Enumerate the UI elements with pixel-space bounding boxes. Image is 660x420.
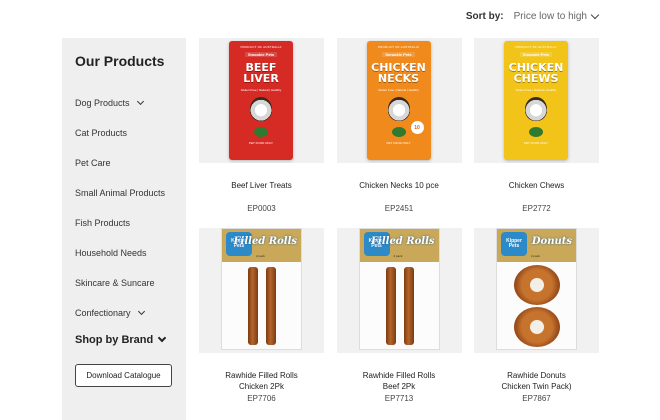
sidebar-item-label: Small Animal Products: [75, 188, 166, 198]
package-title: Donuts: [531, 236, 572, 247]
package-count: 2 pack: [393, 254, 403, 258]
sidebar-item-fish-products[interactable]: Fish Products: [75, 208, 186, 238]
product-code: EP2772: [522, 204, 551, 213]
package-origin-text: PRODUCT OF AUSTRALIA: [515, 45, 557, 49]
product-package: Kipper Pets Filled Rolls 2 pack: [221, 228, 302, 350]
product-image[interactable]: Kipper Pets Donuts 2 pack: [474, 228, 599, 353]
product-card[interactable]: PRODUCT OF AUSTRALIA Smookie Pets BEEF LIVE…: [199, 38, 324, 213]
chevron-down-icon: [157, 333, 167, 343]
rawhide-donut: [514, 307, 560, 347]
product-card[interactable]: Kipper Pets Filled Rolls 2 pack Rawhide Fill…: [336, 228, 462, 403]
product-package: PRODUCT OF AUSTRALIA Smookie Pets CHICKEN N…: [366, 41, 431, 160]
product-code: EP2451: [384, 204, 414, 213]
package-footer-text: PET FOOD ONLY: [248, 141, 274, 145]
sidebar-item-dog-products[interactable]: Dog Products: [75, 88, 186, 118]
sidebar-item-label: Pet Care: [75, 158, 111, 168]
sidebar-item-household-needs[interactable]: Household Needs: [75, 238, 186, 268]
product-image[interactable]: PRODUCT OF AUSTRALIA Smookie Pets BEEF LIVE…: [199, 38, 324, 163]
package-header: Kipper Pets Filled Rolls 2 pack: [359, 229, 439, 262]
package-header: Kipper Pets Donuts 2 pack: [497, 229, 576, 262]
dog-photo: [387, 97, 410, 121]
product-card[interactable]: PRODUCT OF AUSTRALIA Smookie Pets CHICKEN C…: [474, 38, 599, 213]
package-title: Filled Rolls: [233, 236, 297, 247]
package-header: Kipper Pets Filled Rolls 2 pack: [222, 229, 301, 262]
product-name[interactable]: Rawhide Filled Rolls Beef 2Pk: [337, 370, 462, 392]
dog-photo: [525, 97, 547, 121]
sidebar-item-cat-products[interactable]: Cat Products: [75, 118, 186, 148]
package-seal-icon: [254, 127, 268, 137]
product-code: EP7867: [522, 394, 551, 403]
sidebar-item-confectionary[interactable]: Confectionary: [75, 298, 186, 328]
chevron-down-icon: [590, 10, 600, 19]
package-count: 2 pack: [531, 254, 540, 258]
sidebar-title: Our Products: [75, 53, 165, 69]
package-footer-text: PET FOOD ONLY: [386, 141, 411, 145]
sidebar-item-pet-care[interactable]: Pet Care: [75, 148, 186, 178]
product-package: Kipper Pets Donuts 2 pack: [496, 228, 577, 350]
product-image[interactable]: Kipper Pets Filled Rolls 2 pack: [199, 228, 324, 353]
product-name[interactable]: Rawhide Filled Rolls Chicken 2Pk: [199, 370, 324, 392]
sidebar-item-label: Dog Products: [75, 98, 130, 108]
product-name[interactable]: Rawhide Donuts Chicken Twin Pack): [474, 370, 599, 392]
product-name[interactable]: Chicken Necks 10 pce: [337, 180, 462, 191]
package-seal-icon: [391, 127, 406, 137]
product-name[interactable]: Chicken Chews: [474, 180, 599, 191]
package-title: Filled Rolls: [370, 236, 435, 247]
sidebar-item-label: Fish Products: [75, 218, 131, 228]
product-code: EP0003: [247, 204, 276, 213]
package-brand-logo: Smookie Pets: [244, 52, 278, 57]
sidebar-item-skincare-suncare[interactable]: Skincare & Suncare: [75, 268, 186, 298]
product-image[interactable]: PRODUCT OF AUSTRALIA Smookie Pets CHICKEN N…: [336, 38, 462, 163]
package-brand-logo: Smookie Pets: [519, 52, 553, 57]
rawhide-roll: [403, 267, 414, 345]
product-image[interactable]: Kipper Pets Filled Rolls 2 pack: [336, 228, 462, 353]
sort-dropdown[interactable]: Price low to high: [513, 10, 600, 22]
rawhide-roll: [385, 267, 396, 345]
package-title: BEEF LIVER: [243, 61, 279, 85]
sidebar-item-small-animal-products[interactable]: Small Animal Products: [75, 178, 186, 208]
download-catalogue-button[interactable]: Download Catalogue: [75, 364, 172, 387]
product-code: EP7713: [384, 394, 414, 403]
package-seal-icon: [529, 127, 543, 137]
product-name[interactable]: Beef Liver Treats: [199, 180, 324, 191]
package-origin-text: PRODUCT OF AUSTRALIA: [240, 45, 282, 49]
package-count: 2 pack: [256, 254, 265, 258]
dog-photo: [250, 97, 272, 121]
package-brand-logo: Smookie Pets: [382, 52, 415, 57]
product-card[interactable]: Kipper Pets Filled Rolls 2 pack Rawhide Fill…: [199, 228, 324, 403]
sidebar-item-label: Cat Products: [75, 128, 128, 138]
sidebar-item-label: Skincare & Suncare: [75, 278, 155, 288]
rawhide-roll: [248, 267, 258, 345]
product-card[interactable]: Kipper Pets Donuts 2 pack Rawhide Donuts Chic…: [474, 228, 599, 403]
product-image[interactable]: PRODUCT OF AUSTRALIA Smookie Pets CHICKEN C…: [474, 38, 599, 163]
package-title: CHICKEN NECKS: [371, 61, 426, 85]
sidebar: Our Products Dog Products Cat Products Pet…: [62, 38, 186, 420]
category-nav: Dog Products Cat Products Pet Care Small An…: [75, 88, 186, 328]
product-card[interactable]: PRODUCT OF AUSTRALIA Smookie Pets CHICKEN N…: [336, 38, 462, 213]
package-footer-text: PET FOOD ONLY: [523, 141, 549, 145]
package-count-badge: 10: [410, 121, 424, 134]
product-package: Kipper Pets Filled Rolls 2 pack: [358, 228, 440, 350]
shop-by-brand-toggle[interactable]: Shop by Brand: [75, 333, 186, 346]
chevron-down-icon: [136, 97, 144, 105]
product-code: EP7706: [247, 394, 276, 403]
rawhide-roll: [266, 267, 276, 345]
package-tagline: Gluten Free | Natural | Healthy: [515, 88, 557, 92]
package-origin-text: PRODUCT OF AUSTRALIA: [377, 45, 420, 49]
product-package: PRODUCT OF AUSTRALIA Smookie Pets CHICKEN C…: [504, 41, 568, 160]
product-package: PRODUCT OF AUSTRALIA Smookie Pets BEEF LIVE…: [229, 41, 293, 160]
sort-label: Sort by:: [465, 11, 504, 22]
package-title: CHICKEN CHEWS: [508, 61, 564, 85]
sidebar-item-label: Confectionary: [75, 308, 131, 318]
package-tagline: Gluten Free | Natural | Healthy: [240, 88, 282, 92]
sort-bar: Sort by: Price low to high: [465, 10, 600, 22]
rawhide-donut: [514, 265, 560, 305]
sidebar-item-label: Household Needs: [75, 248, 147, 258]
sort-value: Price low to high: [513, 11, 587, 22]
shop-by-brand-label: Shop by Brand: [75, 334, 154, 346]
chevron-down-icon: [137, 307, 145, 315]
package-brand-logo: Kipper Pets: [501, 232, 527, 256]
package-tagline: Gluten Free | Natural | Healthy: [378, 88, 419, 92]
